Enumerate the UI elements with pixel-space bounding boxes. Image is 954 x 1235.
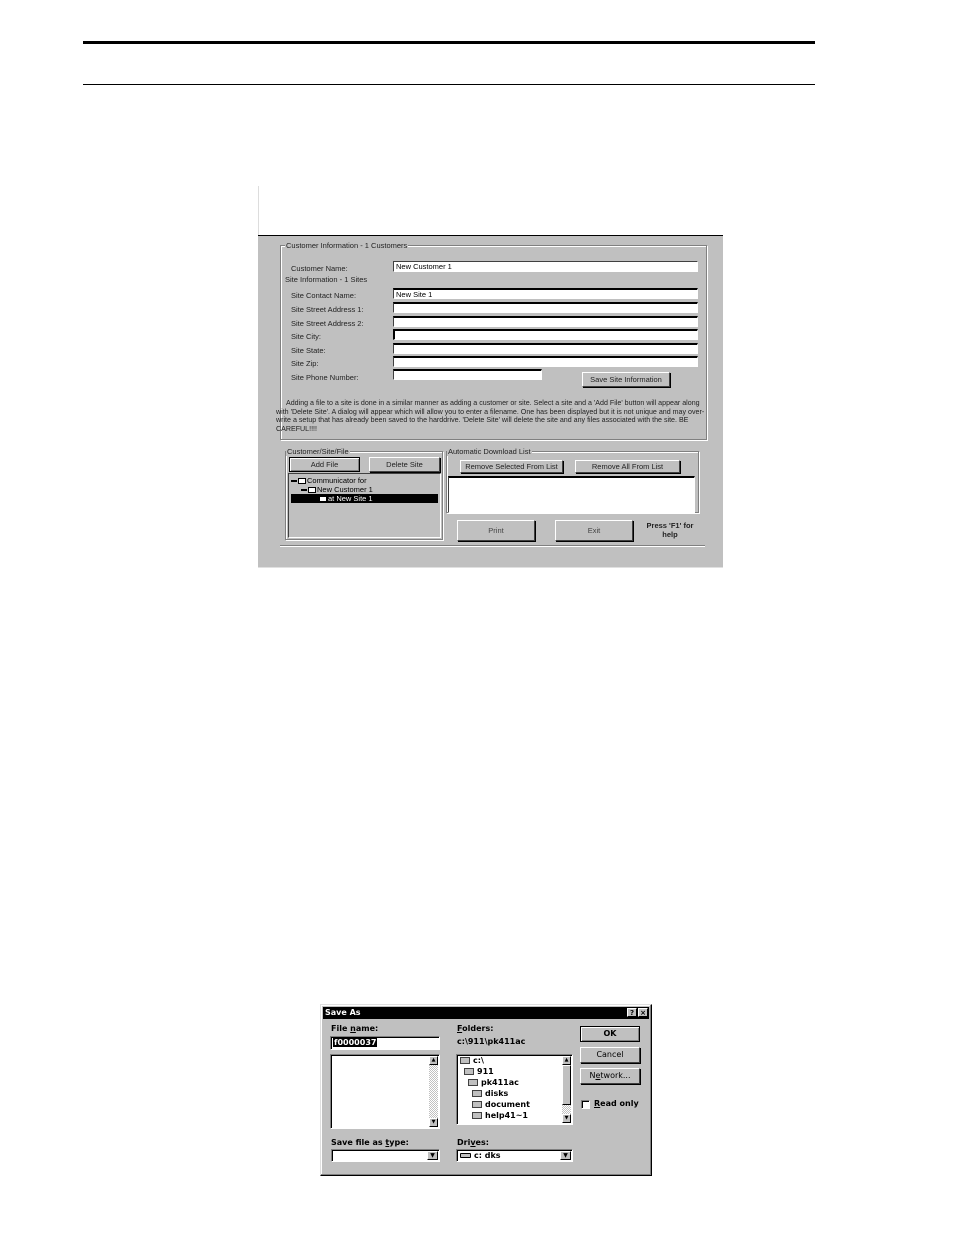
site-street-address-1-input[interactable] — [393, 302, 698, 313]
folder-item[interactable]: disks — [472, 1089, 508, 1099]
save-type-select[interactable]: ▼ — [331, 1149, 440, 1162]
tree-node-communicator[interactable]: Communicator for — [291, 476, 367, 485]
close-icon[interactable]: × — [638, 1008, 648, 1017]
print-button[interactable]: Print — [457, 520, 535, 541]
collapse-icon[interactable] — [291, 480, 297, 483]
scroll-up-icon[interactable]: ▲ — [562, 1056, 571, 1065]
save-type-label: Save file as type: — [331, 1138, 409, 1147]
dialog-title: Save As — [325, 1008, 361, 1017]
folder-item[interactable]: pk411ac — [468, 1078, 519, 1088]
help-line-2: help — [662, 530, 678, 539]
tree-node-label: Communicator for — [307, 476, 367, 485]
site-city-input[interactable] — [393, 329, 698, 340]
remove-selected-button[interactable]: Remove Selected From List — [460, 460, 563, 473]
help-icon[interactable]: ? — [627, 1008, 637, 1017]
folder-list-scrollbar[interactable]: ▲ ▼ — [562, 1056, 571, 1123]
site-phone-number-label: Site Phone Number: — [291, 373, 359, 382]
header-rule-thin — [83, 84, 815, 85]
customer-site-tree[interactable]: Communicator for New Customer 1 at New S… — [288, 473, 441, 538]
drives-select[interactable]: c: dks ▼ — [456, 1149, 573, 1162]
folder-item[interactable]: 911 — [464, 1067, 494, 1077]
ok-button[interactable]: OK — [580, 1026, 640, 1042]
folder-icon — [472, 1101, 482, 1108]
site-phone-number-input[interactable] — [393, 369, 542, 380]
save-site-information-button[interactable]: Save Site Information — [582, 372, 670, 387]
drive-value: c: dks — [474, 1151, 501, 1160]
exit-button[interactable]: Exit — [555, 520, 633, 541]
site-zip-label: Site Zip: — [291, 359, 319, 368]
download-group-title: Automatic Download List — [447, 447, 532, 456]
drive-icon — [460, 1153, 471, 1158]
site-contact-name-input[interactable]: New Site 1 — [393, 288, 698, 299]
site-state-label: Site State: — [291, 346, 326, 355]
drives-label: Drives: — [457, 1138, 489, 1147]
tree-node-label: New Customer 1 — [317, 485, 373, 494]
collapse-icon[interactable] — [301, 489, 307, 492]
site-group-title: Site Information - 1 Sites — [285, 275, 368, 284]
folder-icon — [308, 487, 316, 494]
open-folder-icon — [464, 1068, 474, 1075]
read-only-label: Read only — [594, 1099, 639, 1108]
tree-node-customer[interactable]: New Customer 1 — [301, 485, 373, 494]
customer-name-label: Customer Name: — [291, 264, 348, 273]
current-path: c:\911\pk411ac — [457, 1037, 526, 1046]
file-name-input[interactable]: f0000037 — [330, 1036, 440, 1050]
site-street-address-1-label: Site Street Address 1: — [291, 305, 364, 314]
save-as-dialog: Save As ? × File name: f0000037 ▲ ▼ Fold… — [320, 1004, 652, 1176]
site-zip-input[interactable] — [393, 356, 698, 367]
folder-icon — [319, 496, 327, 503]
scroll-down-icon[interactable]: ▼ — [429, 1118, 438, 1127]
folders-label: Folders: — [457, 1024, 494, 1033]
add-file-button[interactable]: Add File — [289, 457, 360, 472]
tree-node-label: at New Site 1 — [328, 494, 373, 503]
site-street-address-2-input[interactable] — [393, 316, 698, 327]
open-folder-icon — [460, 1057, 470, 1064]
folder-item[interactable]: help41~1 — [472, 1111, 528, 1121]
customer-name-input[interactable]: New Customer 1 — [393, 261, 698, 272]
folder-icon — [472, 1090, 482, 1097]
instructions-text: Adding a file to a site is done in a sim… — [276, 399, 705, 433]
folder-item[interactable]: document — [472, 1100, 530, 1110]
site-state-input[interactable] — [393, 343, 698, 354]
scroll-down-icon[interactable]: ▼ — [562, 1114, 571, 1123]
window-bottom-edge — [258, 567, 723, 568]
folder-item[interactable]: c:\ — [460, 1056, 484, 1066]
open-folder-icon — [468, 1079, 478, 1086]
folder-icon — [472, 1112, 482, 1119]
app-screenshot: Customer Information - 1 Customers Custo… — [258, 186, 724, 568]
file-list[interactable]: ▲ ▼ — [330, 1054, 440, 1129]
download-list[interactable] — [448, 476, 695, 513]
chevron-down-icon[interactable]: ▼ — [427, 1151, 438, 1160]
scroll-thumb[interactable] — [562, 1065, 571, 1105]
file-name-label: File name: — [331, 1024, 379, 1033]
file-name-value: f0000037 — [333, 1038, 378, 1047]
chevron-down-icon[interactable]: ▼ — [560, 1151, 571, 1160]
app-window: Customer Information - 1 Customers Custo… — [258, 235, 723, 568]
bottom-divider — [280, 545, 705, 547]
app-title-area — [258, 186, 724, 235]
cancel-button[interactable]: Cancel — [580, 1047, 640, 1063]
site-street-address-2-label: Site Street Address 2: — [291, 319, 364, 328]
delete-site-button[interactable]: Delete Site — [369, 457, 440, 472]
tree-node-site[interactable]: at New Site 1 — [291, 494, 438, 503]
help-line-1: Press 'F1' for — [646, 521, 694, 530]
scroll-up-icon[interactable]: ▲ — [429, 1056, 438, 1065]
customer-group-title: Customer Information - 1 Customers — [285, 241, 409, 250]
header-rule-thick — [83, 41, 815, 44]
remove-all-button[interactable]: Remove All From List — [575, 460, 680, 473]
site-city-label: Site City: — [291, 332, 322, 341]
dialog-title-bar: Save As ? × — [323, 1007, 649, 1019]
network-button[interactable]: Network... — [580, 1068, 640, 1084]
site-contact-name-label: Site Contact Name: — [291, 291, 357, 300]
file-list-scrollbar[interactable]: ▲ ▼ — [429, 1056, 438, 1127]
folder-list[interactable]: c:\ 911 pk411ac disks document help41~1 … — [456, 1054, 573, 1125]
folder-icon — [298, 478, 306, 485]
read-only-checkbox[interactable] — [581, 1100, 590, 1109]
f1-help-text: Press 'F1' for help — [638, 521, 702, 539]
tree-group-title: Customer/Site/File — [286, 447, 350, 456]
